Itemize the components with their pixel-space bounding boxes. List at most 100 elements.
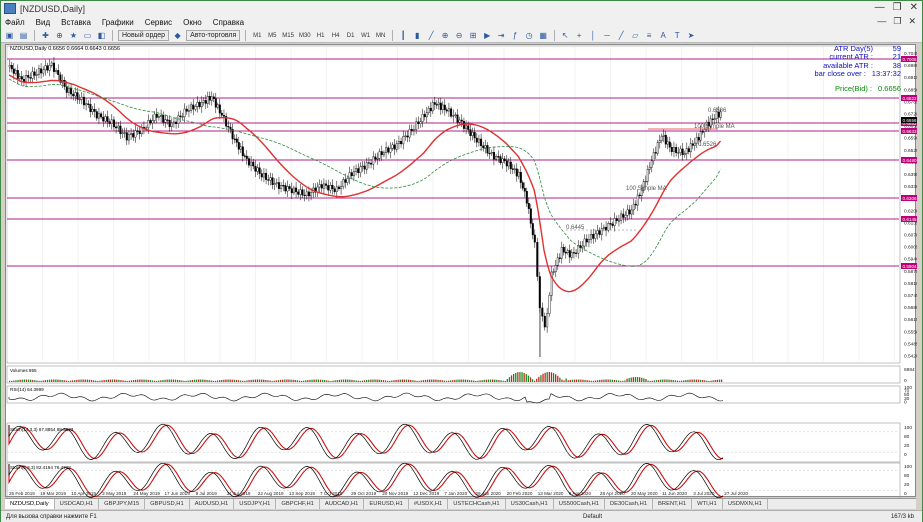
chart-tab[interactable]: US500Cash,H1 (554, 499, 605, 509)
chart-tab[interactable]: NZDUSD,Daily (5, 499, 55, 509)
candle (546, 313, 549, 328)
chart-shift-icon[interactable]: ⇥ (496, 30, 507, 41)
chart-tab[interactable]: GBPCHF,H1 (276, 499, 320, 509)
volume-bar (607, 379, 609, 382)
data-window-icon[interactable]: ⊕ (54, 30, 65, 41)
crosshair-icon[interactable]: + (574, 30, 585, 41)
candle (95, 111, 98, 119)
mdi-close-button[interactable]: ✕ (908, 16, 916, 27)
candle (337, 186, 340, 189)
chart-tab[interactable]: USDJPY,H1 (234, 499, 277, 509)
menu-window[interactable]: Окно (183, 18, 202, 27)
menu-tools[interactable]: Сервис (145, 18, 172, 27)
volume-bar (168, 379, 170, 382)
tf-m1-button[interactable]: M1 (251, 30, 263, 41)
chart-tab[interactable]: WTI,H1 (692, 499, 723, 509)
mdi-minimize-button[interactable]: — (877, 16, 886, 27)
tester-icon[interactable]: ◧ (96, 30, 107, 41)
terminal-icon[interactable]: ▭ (82, 30, 93, 41)
arrow-tool-icon[interactable]: ➤ (686, 30, 697, 41)
volume-bar (651, 380, 653, 382)
autotrade-button[interactable]: Авто-торговля (186, 30, 241, 41)
menu-view[interactable]: Вид (36, 18, 50, 27)
fibonacci-icon[interactable]: ≡ (644, 30, 655, 41)
tf-d1-button[interactable]: D1 (345, 30, 357, 41)
trendline-icon[interactable]: ╱ (616, 30, 627, 41)
line-chart-icon[interactable]: ╱ (426, 30, 437, 41)
horizontal-line-icon[interactable]: ─ (602, 30, 613, 41)
tf-w1-button[interactable]: W1 (360, 30, 372, 41)
volume-bar (615, 380, 618, 382)
navigator-icon[interactable]: ★ (68, 30, 79, 41)
menu-insert[interactable]: Вставка (61, 18, 91, 27)
text-tool-icon[interactable]: A (658, 30, 669, 41)
market-watch-icon[interactable]: ✚ (40, 30, 51, 41)
chart-tab[interactable]: EURUSD,H1 (364, 499, 409, 509)
candle (136, 130, 139, 132)
metaeditor-icon[interactable]: ◆ (172, 30, 183, 41)
menu-file[interactable]: Файл (5, 18, 25, 27)
chart-tab[interactable]: #USDX,H1 (409, 499, 449, 509)
volume-bar (647, 380, 649, 382)
zoom-out-icon[interactable]: ⊖ (454, 30, 465, 41)
minimize-button[interactable]: — (875, 2, 885, 13)
templates-icon[interactable]: ▦ (538, 30, 549, 41)
chart-tab[interactable]: USTECHCash,H1 (448, 499, 506, 509)
candle (155, 113, 158, 118)
volume-bar (193, 379, 196, 382)
volume-bar (613, 379, 616, 382)
chart-tab[interactable]: DE30Cash,H1 (605, 499, 654, 509)
new-chart-icon[interactable]: ▣ (4, 30, 15, 41)
candle (108, 121, 111, 124)
chart-tab[interactable]: GBPJPY,M15 (99, 499, 146, 509)
tf-m5-button[interactable]: M5 (266, 30, 278, 41)
mdi-restore-button[interactable]: ❐ (893, 16, 901, 27)
chart-tab[interactable]: USDMXN,H1 (723, 499, 768, 509)
tf-h1-button[interactable]: H1 (315, 30, 327, 41)
tf-m30-button[interactable]: M30 (298, 30, 312, 41)
candlestick-icon[interactable]: ▮ (412, 30, 423, 41)
menu-help[interactable]: Справка (213, 18, 244, 27)
volume-bar (305, 380, 307, 382)
menu-charts[interactable]: Графики (102, 18, 134, 27)
channel-icon[interactable]: ▱ (630, 30, 641, 41)
autoscroll-icon[interactable]: ▶ (482, 30, 493, 41)
chart-tab[interactable]: AUDCAD,H1 (320, 499, 365, 509)
tf-h4-button[interactable]: H4 (330, 30, 342, 41)
candle (475, 137, 478, 143)
tf-mn-button[interactable]: MN (375, 30, 387, 41)
zoom-in-icon[interactable]: ⊕ (440, 30, 451, 41)
candle (600, 228, 603, 235)
chart-window[interactable]: 0.70450.69800.69150.68500.67850.67200.66… (5, 44, 917, 498)
volume-bar (384, 380, 387, 382)
new-order-button[interactable]: Новый ордер (118, 30, 170, 41)
vertical-line-icon[interactable]: │ (588, 30, 599, 41)
volume-bar (250, 379, 252, 382)
chart-canvas[interactable]: 0.70450.69800.69150.68500.67850.67200.66… (6, 45, 917, 498)
volume-bar (500, 380, 502, 382)
profiles-icon[interactable]: ▤ (18, 30, 29, 41)
cursor-icon[interactable]: ↖ (560, 30, 571, 41)
candle (452, 115, 455, 117)
indicators-icon[interactable]: ƒ (510, 30, 521, 41)
label-tool-icon[interactable]: T (672, 30, 683, 41)
stoch2-scale: 20 (904, 482, 910, 488)
candle (100, 113, 103, 118)
volume-bar (294, 380, 296, 382)
tile-windows-icon[interactable]: ⊞ (468, 30, 479, 41)
bar-chart-icon[interactable]: ┃ (398, 30, 409, 41)
chart-tab[interactable]: AUDUSD,H1 (190, 499, 235, 509)
volume-bar (431, 379, 433, 382)
volume-bar (685, 380, 687, 382)
status-profile[interactable]: Default (583, 514, 602, 520)
periods-icon[interactable]: ◷ (524, 30, 535, 41)
candle (181, 116, 184, 118)
chart-tab[interactable]: US30Cash,H1 (506, 499, 554, 509)
chart-tab[interactable]: USDCAD,H1 (55, 499, 100, 509)
tf-m15-button[interactable]: M15 (281, 30, 295, 41)
chart-tab[interactable]: BRENT,H1 (653, 499, 693, 509)
maximize-button[interactable]: ❐ (893, 2, 902, 13)
chart-tab[interactable]: GBPUSD,H1 (145, 499, 190, 509)
volume-bar (515, 372, 517, 382)
close-button[interactable]: ✕ (910, 2, 918, 13)
